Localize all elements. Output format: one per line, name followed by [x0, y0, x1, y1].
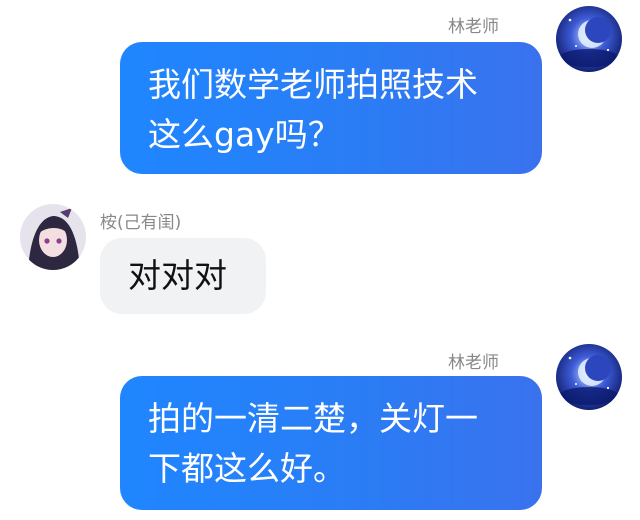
sender-name: 林老师 — [448, 17, 499, 37]
moon-night-avatar-icon[interactable] — [556, 344, 622, 410]
message-bubble[interactable]: 我们数学老师拍照技术 这么gay吗？ — [120, 42, 542, 174]
sender-name: 林老师 — [448, 353, 499, 373]
anime-girl-avatar-icon[interactable] — [20, 204, 86, 270]
moon-night-avatar-icon[interactable] — [556, 6, 622, 72]
message-bubble[interactable]: 拍的一清二楚，关灯一 下都这么好。 — [120, 376, 542, 510]
message-bubble[interactable]: 对对对 — [100, 238, 266, 314]
sender-name: 桉(己有闺) — [100, 213, 182, 233]
